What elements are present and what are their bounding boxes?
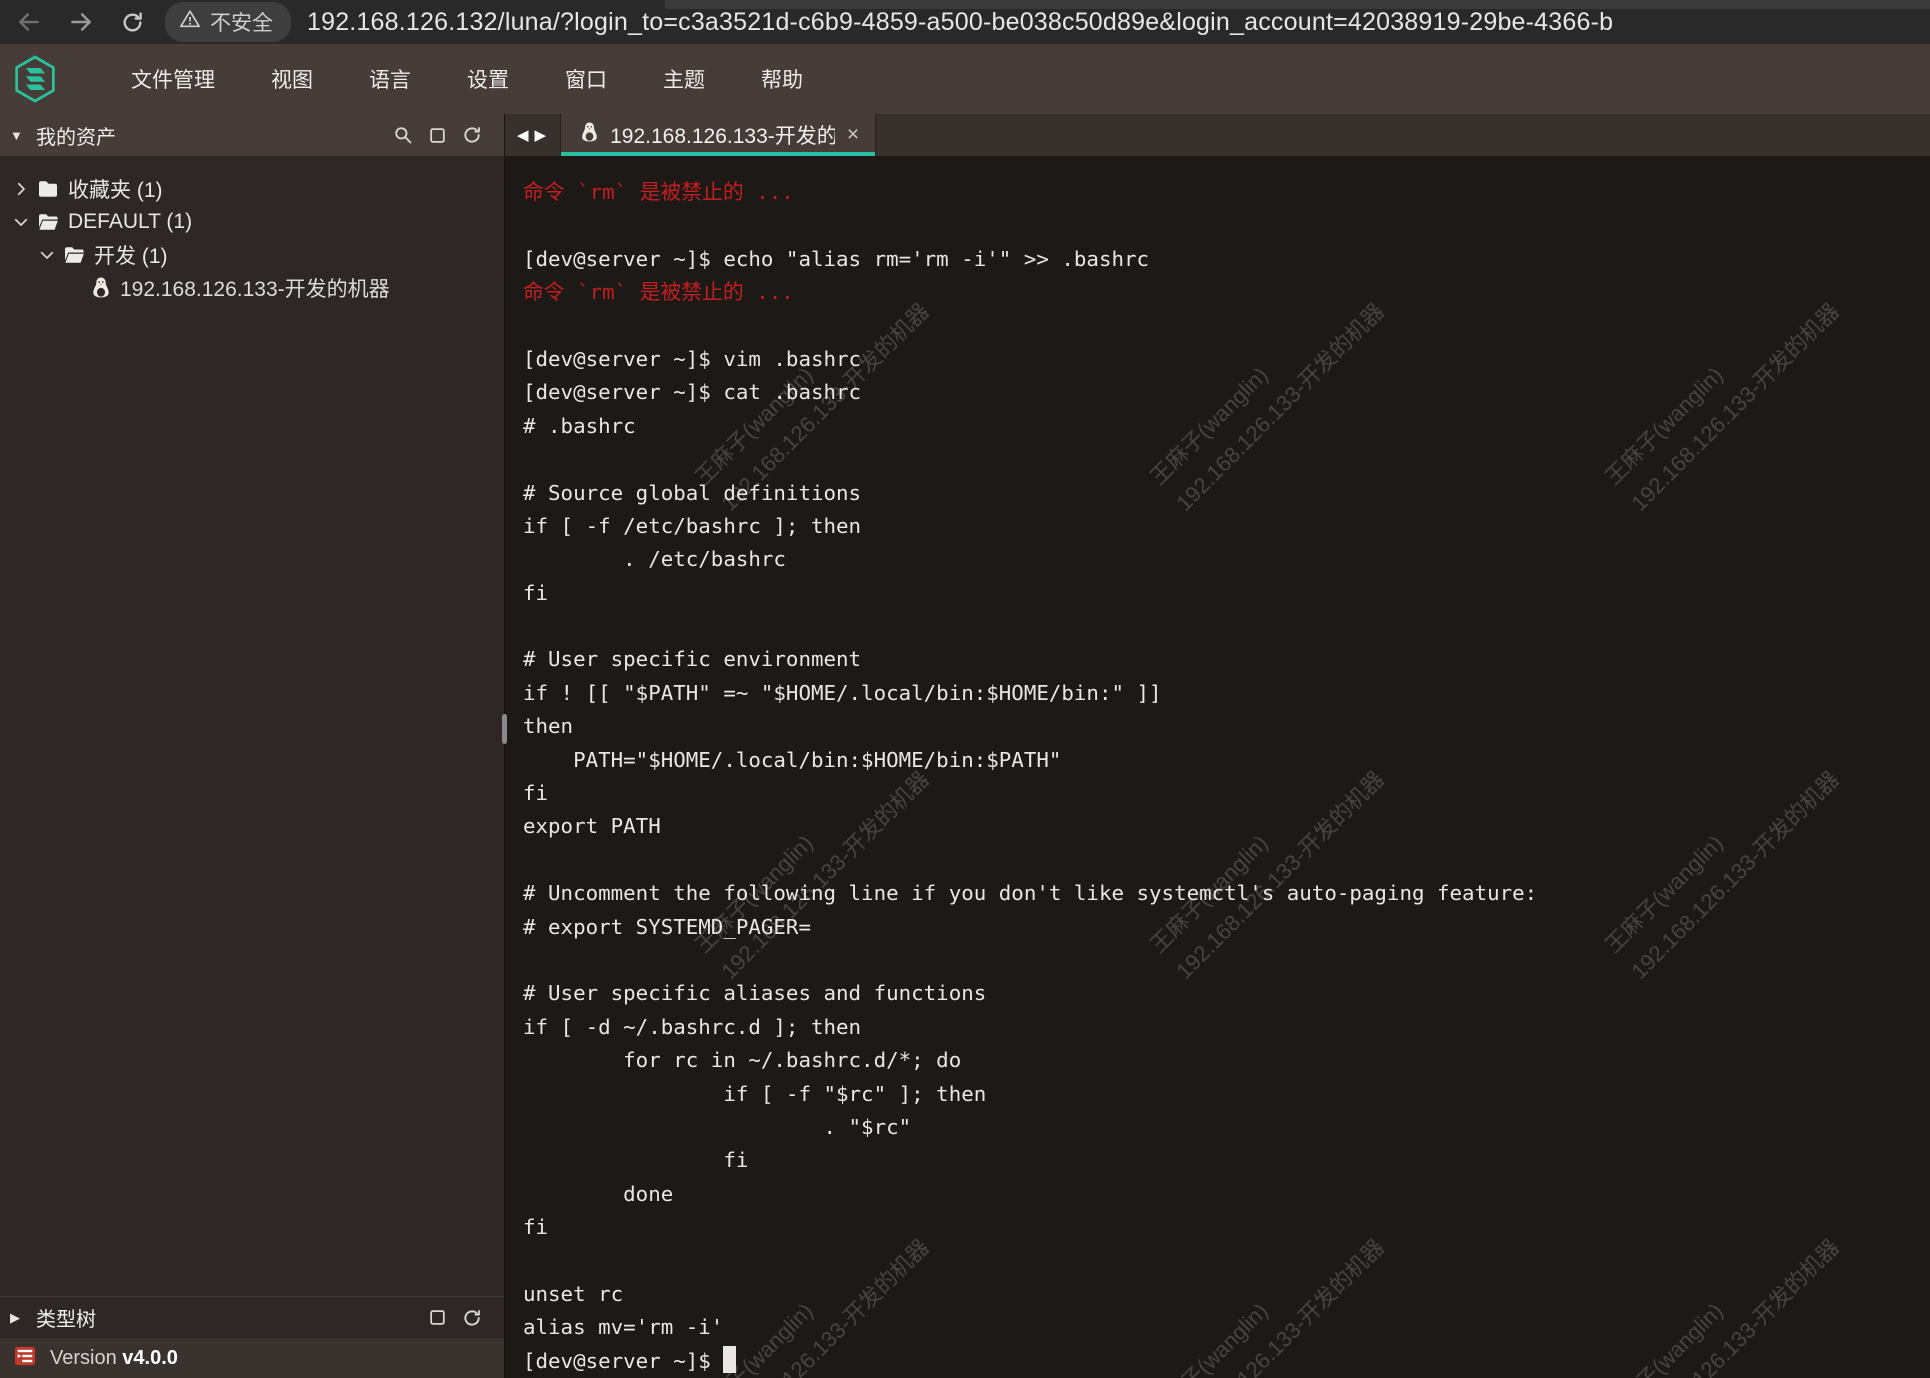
app-window: 不安全 192.168.126.132/luna/?login_to=c3a35… <box>0 0 1930 1378</box>
terminal-line: if ! [[ "$PATH" =~ "$HOME/.local/bin:$HO… <box>523 677 1930 710</box>
chevron-right-icon[interactable] <box>8 180 34 198</box>
tab-close-icon[interactable]: × <box>845 123 861 147</box>
terminal-line: # Uncomment the following line if you do… <box>523 877 1930 910</box>
tab-scroll-right-icon[interactable]: ▶ <box>535 126 547 144</box>
asset-tree: 收藏夹 (1) DEFAULT (1) <box>0 156 504 1296</box>
session-tab-active[interactable]: 192.168.126.133-开发的 × <box>560 114 876 156</box>
folder-open-icon <box>62 243 86 267</box>
tree-node-favorites[interactable]: 收藏夹 (1) <box>0 172 504 205</box>
terminal-line: if [ -f "$rc" ]; then <box>523 1078 1930 1111</box>
asset-panel-header[interactable]: ▼ 我的资产 <box>0 114 504 156</box>
terminal-line <box>523 310 1930 343</box>
terminal-line: [dev@server ~]$ cat .bashrc <box>523 376 1930 409</box>
browser-toolbar: 不安全 192.168.126.132/luna/?login_to=c3a35… <box>0 0 1930 44</box>
menu-help[interactable]: 帮助 <box>733 56 831 102</box>
menu-view[interactable]: 视图 <box>243 56 341 102</box>
terminal-line: fi <box>523 1211 1930 1244</box>
tree-node-label: 收藏夹 (1) <box>68 174 163 204</box>
terminal-output: 命令 `rm` 是被禁止的 ...[dev@server ~]$ echo "a… <box>505 156 1930 1378</box>
layout-toggle-icon[interactable] <box>428 126 447 145</box>
session-area: ◀ ▶ 192.168.126.133-开发的 × <box>505 114 1930 1378</box>
security-badge-label: 不安全 <box>210 7 273 37</box>
version-list-icon <box>14 1346 36 1371</box>
address-bar[interactable]: 192.168.126.132/luna/?login_to=c3a3521d-… <box>307 8 1930 37</box>
menu-window[interactable]: 窗口 <box>537 56 635 102</box>
terminal-line: fi <box>523 777 1930 810</box>
layout-toggle-icon[interactable] <box>428 1308 447 1327</box>
terminal-line: fi <box>523 1144 1930 1177</box>
terminal-line: then <box>523 710 1930 743</box>
terminal-line: for rc in ~/.bashrc.d/*; do <box>523 1044 1930 1077</box>
session-tabbar: ◀ ▶ 192.168.126.133-开发的 × <box>505 114 1930 156</box>
version-number: v4.0.0 <box>122 1347 178 1369</box>
refresh-icon[interactable] <box>462 125 482 145</box>
tab-scroll-left-icon[interactable]: ◀ <box>517 126 529 144</box>
terminal-line: [dev@server ~]$ echo "alias rm='rm -i'" … <box>523 243 1930 276</box>
chevron-down-icon[interactable] <box>8 213 34 231</box>
menu-file-management[interactable]: 文件管理 <box>103 56 243 102</box>
version-bar: Version v4.0.0 <box>0 1338 504 1378</box>
browser-tabstrip-edge <box>665 0 1930 9</box>
menu-settings[interactable]: 设置 <box>439 56 537 102</box>
terminal-line: done <box>523 1178 1930 1211</box>
linux-penguin-icon <box>579 121 600 149</box>
terminal-line: . "$rc" <box>523 1111 1930 1144</box>
chevron-down-icon[interactable] <box>34 246 60 264</box>
search-icon[interactable] <box>393 125 413 145</box>
terminal-line: # export SYSTEMD_PAGER= <box>523 911 1930 944</box>
app-logo <box>13 55 57 103</box>
browser-back-icon[interactable] <box>16 9 42 35</box>
terminal-line <box>523 610 1930 643</box>
terminal-line: unset rc <box>523 1278 1930 1311</box>
terminal-line: if [ -f /etc/bashrc ]; then <box>523 510 1930 543</box>
terminal-line <box>523 944 1930 977</box>
asset-panel-title: 我的资产 <box>36 121 393 150</box>
terminal-line: 命令 `rm` 是被禁止的 ... <box>523 176 1930 209</box>
terminal-line: fi <box>523 577 1930 610</box>
version-text: Version v4.0.0 <box>50 1347 178 1370</box>
collapse-right-icon[interactable]: ▶ <box>10 1310 36 1326</box>
browser-reload-icon[interactable] <box>120 10 145 35</box>
terminal-line: export PATH <box>523 810 1930 843</box>
tree-node-default[interactable]: DEFAULT (1) <box>0 205 504 238</box>
folder-closed-icon <box>36 177 60 201</box>
tree-node-label: 192.168.126.133-开发的机器 <box>120 273 390 303</box>
refresh-icon[interactable] <box>462 1308 482 1328</box>
sidebar-resize-handle[interactable] <box>502 714 507 744</box>
collapse-down-icon[interactable]: ▼ <box>10 128 36 143</box>
menu-language[interactable]: 语言 <box>341 56 439 102</box>
terminal-line: if [ -d ~/.bashrc.d ]; then <box>523 1011 1930 1044</box>
linux-penguin-icon <box>90 276 112 300</box>
app-menubar: 文件管理 视图 语言 设置 窗口 主题 帮助 <box>0 44 1930 114</box>
terminal-line: [dev@server ~]$ vim .bashrc <box>523 343 1930 376</box>
asset-sidebar: ▼ 我的资产 <box>0 114 505 1378</box>
terminal-line <box>523 844 1930 877</box>
terminal-line: PATH="$HOME/.local/bin:$HOME/bin:$PATH" <box>523 744 1930 777</box>
terminal-line: [dev@server ~]$ <box>523 1345 1930 1378</box>
terminal-line <box>523 1245 1930 1278</box>
terminal-line <box>523 209 1930 242</box>
terminal[interactable]: 王麻子(wanglin)192.168.126.133-开发的机器王麻子(wan… <box>505 156 1930 1378</box>
folder-open-icon <box>36 210 60 234</box>
terminal-line: alias mv='rm -i' <box>523 1311 1930 1344</box>
terminal-line: 命令 `rm` 是被禁止的 ... <box>523 276 1930 309</box>
type-tree-header[interactable]: ▶ 类型树 <box>0 1296 504 1338</box>
tree-node-label: DEFAULT (1) <box>68 210 192 234</box>
warning-triangle-icon <box>179 8 201 36</box>
terminal-line: # Source global definitions <box>523 477 1930 510</box>
terminal-cursor <box>723 1346 736 1373</box>
menu-theme[interactable]: 主题 <box>635 56 733 102</box>
type-tree-title: 类型树 <box>36 1303 428 1332</box>
browser-forward-icon[interactable] <box>68 9 94 35</box>
tree-node-label: 开发 (1) <box>94 240 168 270</box>
terminal-line: # User specific environment <box>523 643 1930 676</box>
terminal-line: # User specific aliases and functions <box>523 977 1930 1010</box>
session-tab-title: 192.168.126.133-开发的 <box>610 120 835 150</box>
security-badge[interactable]: 不安全 <box>165 2 291 42</box>
terminal-line: . /etc/bashrc <box>523 543 1930 576</box>
terminal-line: # .bashrc <box>523 410 1930 443</box>
terminal-line <box>523 443 1930 476</box>
tree-node-dev[interactable]: 开发 (1) <box>0 238 504 271</box>
tree-node-asset-machine[interactable]: 192.168.126.133-开发的机器 <box>0 271 504 304</box>
